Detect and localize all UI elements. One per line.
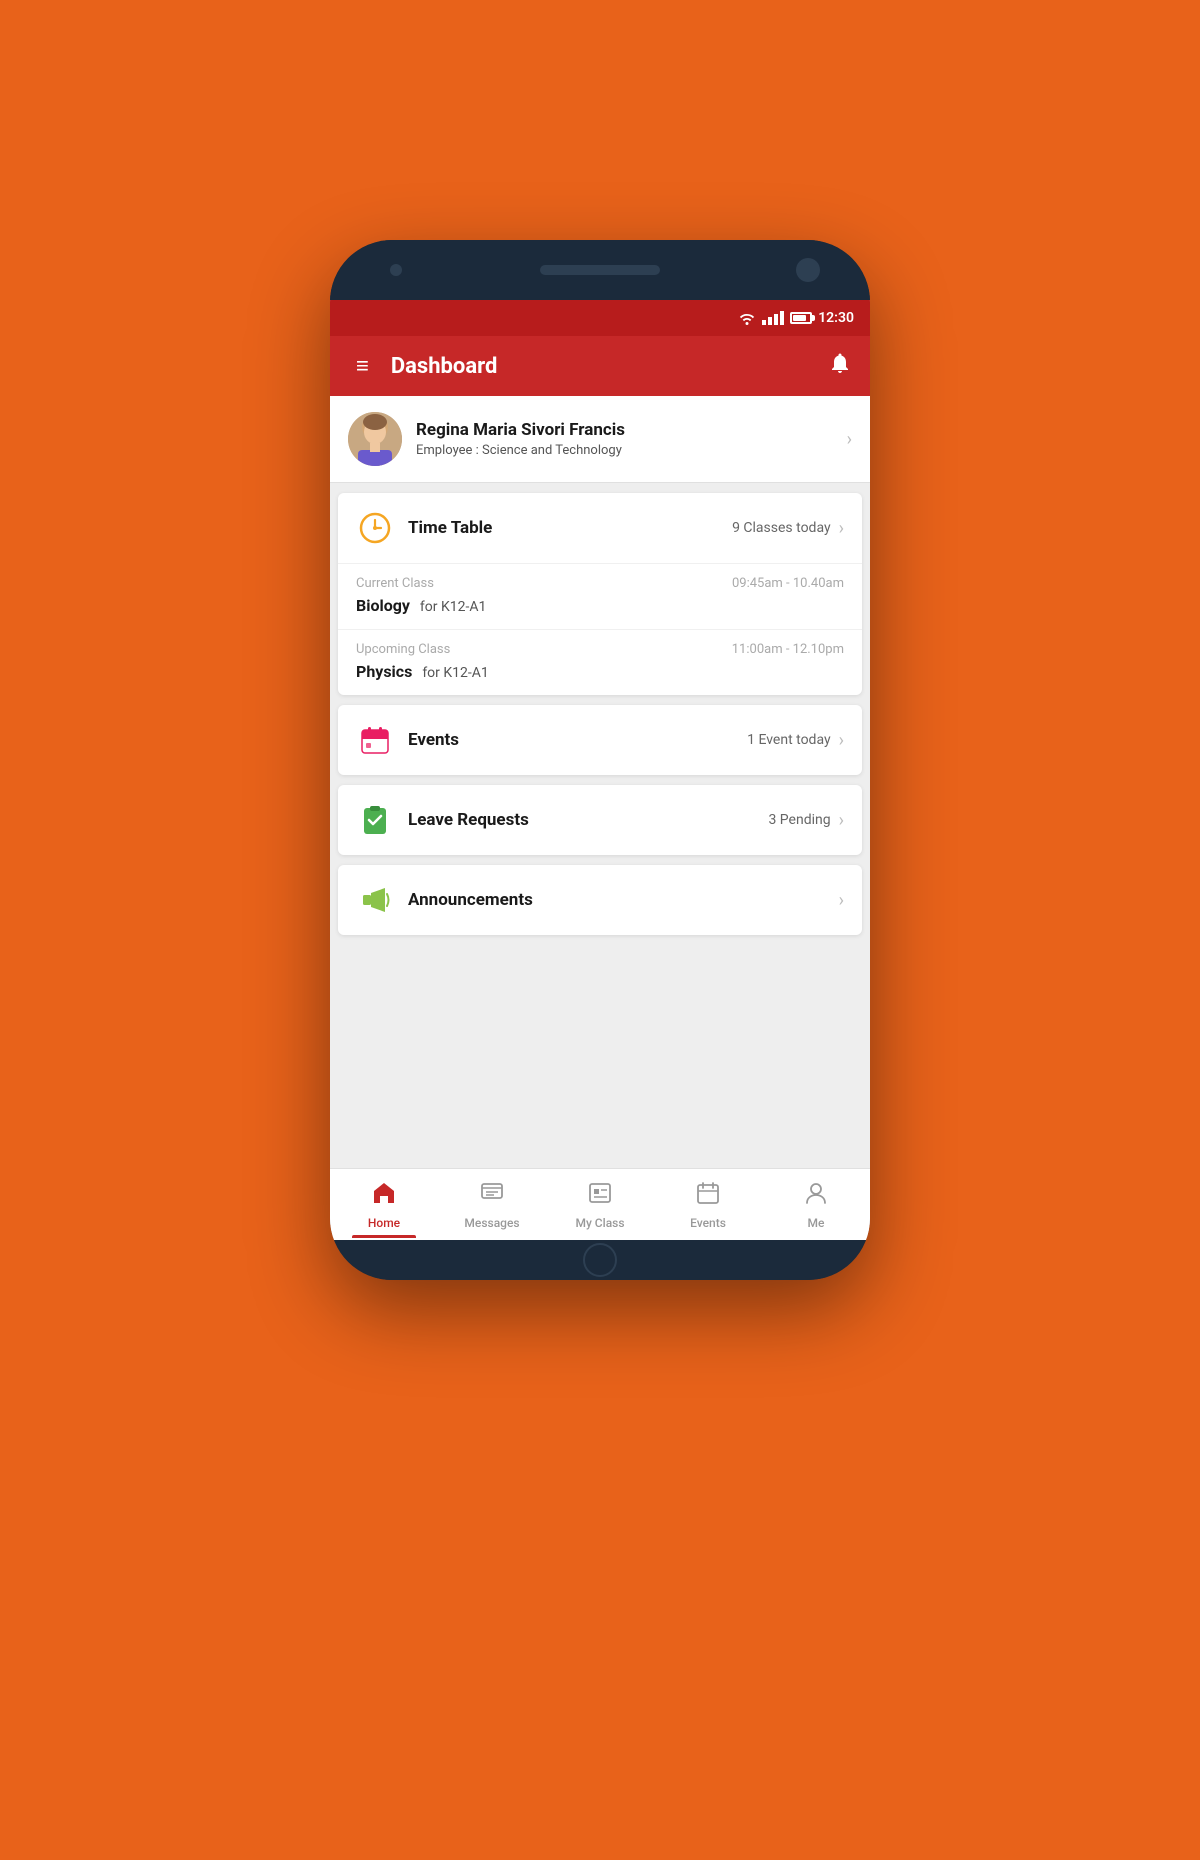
myclass-icon xyxy=(587,1180,613,1212)
upcoming-class-time: 11:00am - 12.10pm xyxy=(732,642,844,657)
announcements-chevron-icon: › xyxy=(839,890,844,911)
events-badge: 1 Event today xyxy=(747,732,830,748)
calendar-icon xyxy=(356,721,394,759)
timetable-badge: 9 Classes today xyxy=(732,520,831,536)
events-card[interactable]: Events 1 Event today › xyxy=(338,705,862,775)
nav-label-home: Home xyxy=(368,1216,400,1230)
profile-avatar xyxy=(348,412,402,466)
status-icons: 12:30 xyxy=(738,310,854,326)
timetable-chevron-icon: › xyxy=(839,518,844,539)
profile-info: Regina Maria Sivori Francis Employee : S… xyxy=(416,420,847,458)
nav-item-me[interactable]: Me xyxy=(762,1172,870,1238)
current-class-item: Current Class 09:45am - 10.40am Biology … xyxy=(338,563,862,629)
notification-bell-icon[interactable] xyxy=(828,351,852,381)
announcements-title: Announcements xyxy=(408,890,831,910)
megaphone-icon xyxy=(356,881,394,919)
clock-icon xyxy=(356,509,394,547)
upcoming-class-subject-row: Physics for K12-A1 xyxy=(356,662,844,681)
app-bar: ≡ Dashboard xyxy=(330,336,870,396)
upcoming-class-label: Upcoming Class xyxy=(356,642,450,657)
menu-icon[interactable]: ≡ xyxy=(348,345,377,387)
profile-card[interactable]: Regina Maria Sivori Francis Employee : S… xyxy=(330,396,870,483)
current-class-group: for K12-A1 xyxy=(420,599,486,615)
timetable-title: Time Table xyxy=(408,518,732,538)
messages-icon xyxy=(479,1180,505,1212)
profile-name: Regina Maria Sivori Francis xyxy=(416,420,847,440)
home-button xyxy=(583,1243,617,1277)
nav-item-events[interactable]: Events xyxy=(654,1172,762,1238)
upcoming-class-item: Upcoming Class 11:00am - 12.10pm Physics… xyxy=(338,629,862,695)
phone-speaker xyxy=(540,265,660,275)
current-class-label: Current Class xyxy=(356,576,434,591)
current-class-time: 09:45am - 10.40am xyxy=(732,576,844,591)
status-time: 12:30 xyxy=(818,310,854,326)
profile-chevron-icon: › xyxy=(847,429,852,450)
app-bar-title: Dashboard xyxy=(391,354,828,379)
announcements-card[interactable]: Announcements › xyxy=(338,865,862,935)
leave-requests-title: Leave Requests xyxy=(408,810,768,830)
upcoming-class-subject: Physics xyxy=(356,662,412,681)
nav-item-myclass[interactable]: My Class xyxy=(546,1172,654,1238)
timetable-card[interactable]: Time Table 9 Classes today › Current Cla… xyxy=(338,493,862,695)
phone-top-bar xyxy=(330,240,870,300)
me-icon xyxy=(803,1180,829,1212)
nav-item-home[interactable]: Home xyxy=(330,1172,438,1238)
wifi-icon xyxy=(738,311,756,325)
phone-frame: 12:30 ≡ Dashboard xyxy=(330,240,870,1280)
nav-label-events: Events xyxy=(690,1216,726,1230)
signal-icon xyxy=(762,311,784,325)
events-chevron-icon: › xyxy=(839,730,844,751)
phone-screen: 12:30 ≡ Dashboard xyxy=(330,300,870,1240)
nav-label-myclass: My Class xyxy=(575,1216,624,1230)
current-class-subject: Biology xyxy=(356,596,410,615)
leave-requests-chevron-icon: › xyxy=(839,810,844,831)
nav-item-messages[interactable]: Messages xyxy=(438,1172,546,1238)
announcements-card-header[interactable]: Announcements › xyxy=(338,865,862,935)
leave-requests-card-header[interactable]: Leave Requests 3 Pending › xyxy=(338,785,862,855)
timetable-card-header[interactable]: Time Table 9 Classes today › xyxy=(338,493,862,563)
clipboard-check-icon xyxy=(356,801,394,839)
profile-role: Employee : Science and Technology xyxy=(416,443,847,458)
bottom-nav: Home Messages xyxy=(330,1168,870,1240)
events-nav-icon xyxy=(695,1180,721,1212)
avatar-image xyxy=(348,412,402,466)
leave-requests-badge: 3 Pending xyxy=(768,812,830,828)
upcoming-class-group: for K12-A1 xyxy=(422,665,488,681)
phone-chin xyxy=(330,1240,870,1280)
screen-content[interactable]: Regina Maria Sivori Francis Employee : S… xyxy=(330,396,870,1168)
events-card-header[interactable]: Events 1 Event today › xyxy=(338,705,862,775)
battery-icon xyxy=(790,312,812,324)
home-icon xyxy=(371,1180,397,1212)
upcoming-class-header: Upcoming Class 11:00am - 12.10pm xyxy=(356,642,844,657)
nav-label-me: Me xyxy=(808,1216,825,1230)
events-title: Events xyxy=(408,730,747,750)
nav-label-messages: Messages xyxy=(464,1216,519,1230)
leave-requests-card[interactable]: Leave Requests 3 Pending › xyxy=(338,785,862,855)
status-bar: 12:30 xyxy=(330,300,870,336)
phone-camera-left xyxy=(390,264,402,276)
current-class-subject-row: Biology for K12-A1 xyxy=(356,596,844,615)
current-class-header: Current Class 09:45am - 10.40am xyxy=(356,576,844,591)
phone-camera-right xyxy=(796,258,820,282)
